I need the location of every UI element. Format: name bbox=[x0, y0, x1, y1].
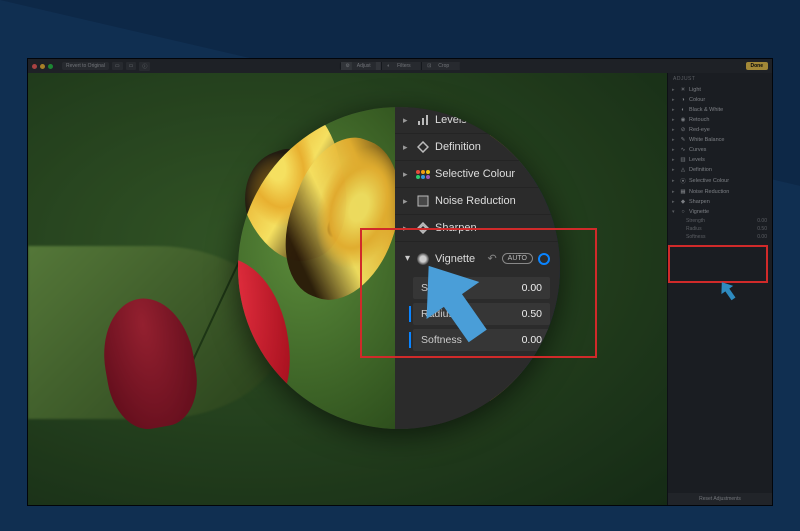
sidebar-item-retouch[interactable]: ▸◉Retouch bbox=[668, 115, 772, 125]
zoom-item-noise[interactable]: ▸Noise Reduction bbox=[395, 188, 560, 215]
sharpen-icon: ◆ bbox=[680, 199, 686, 205]
tab-adjust[interactable]: ⚙ Adjust bbox=[340, 62, 381, 70]
colour-icon: ◑ bbox=[680, 97, 686, 103]
toolbar-button[interactable]: ⓘ bbox=[139, 62, 150, 71]
sidebar-item-sharpen[interactable]: ▸◆Sharpen bbox=[668, 197, 772, 207]
levels-icon bbox=[417, 114, 429, 126]
softness-value: 0.00 bbox=[522, 334, 542, 346]
sun-icon: ☀ bbox=[680, 87, 686, 93]
bw-icon: ◐ bbox=[680, 107, 686, 113]
sidebar-item-definition[interactable]: ▸◬Definition bbox=[668, 165, 772, 175]
noise-reduction-icon bbox=[417, 195, 429, 207]
sidebar-item-levels[interactable]: ▸▥Levels bbox=[668, 155, 772, 165]
minimize-icon[interactable] bbox=[40, 64, 45, 69]
pointer-arrow-icon bbox=[716, 279, 740, 303]
sidebar-item-vignette[interactable]: ▾○Vignette bbox=[668, 207, 772, 217]
vignette-icon: ○ bbox=[680, 209, 686, 215]
wb-icon: ✎ bbox=[680, 137, 686, 143]
sidebar-item-curves[interactable]: ▸∿Curves bbox=[668, 145, 772, 155]
sidebar-item-noise[interactable]: ▸▦Noise Reduction bbox=[668, 187, 772, 197]
noise-icon: ▦ bbox=[680, 189, 686, 195]
zoom-item-sharpen[interactable]: ▸Sharpen bbox=[395, 215, 560, 242]
sidebar-item-light[interactable]: ▸☀Light bbox=[668, 85, 772, 95]
close-icon[interactable] bbox=[32, 64, 37, 69]
reset-adjustments-button[interactable]: Reset Adjustments bbox=[668, 493, 772, 505]
selective-icon: ⦿ bbox=[680, 177, 686, 185]
auto-button[interactable]: AUTO bbox=[502, 253, 533, 264]
titlebar: Revert to Original ⚙ Adjust ◐ Filters ⊡ … bbox=[28, 59, 772, 73]
strength-value: 0.00 bbox=[522, 282, 542, 294]
sidebar-item-colour[interactable]: ▸◑Colour bbox=[668, 95, 772, 105]
levels-icon: ▥ bbox=[680, 157, 686, 163]
mode-tabs: ⚙ Adjust ◐ Filters ⊡ Crop bbox=[340, 62, 460, 70]
sidebar-item-bw[interactable]: ▸◐Black & White bbox=[668, 105, 772, 115]
zoom-callout: ▸Levels ▸Definition ▸Selective Colour ▸N… bbox=[238, 107, 560, 429]
sidebar-item-wb[interactable]: ▸✎White Balance bbox=[668, 135, 772, 145]
sharpen-icon bbox=[417, 222, 429, 234]
definition-icon: ◬ bbox=[680, 167, 686, 173]
done-button[interactable]: Done bbox=[746, 62, 769, 70]
radius-value: 0.50 bbox=[522, 308, 542, 320]
vignette-radius-row[interactable]: Radius0.50 bbox=[668, 225, 772, 233]
enable-toggle[interactable] bbox=[538, 253, 550, 265]
redeye-icon: ⊘ bbox=[680, 127, 686, 133]
retouch-icon: ◉ bbox=[680, 117, 686, 123]
tab-crop[interactable]: ⊡ Crop bbox=[422, 62, 459, 70]
sidebar-item-selective[interactable]: ▸⦿Selective Colour bbox=[668, 175, 772, 187]
zoom-item-selective[interactable]: ▸Selective Colour bbox=[395, 161, 560, 188]
curves-icon: ∿ bbox=[680, 147, 686, 153]
sidebar-header: ADJUST bbox=[668, 73, 772, 85]
definition-icon bbox=[417, 141, 429, 153]
vignette-softness-row[interactable]: Softness0.00 bbox=[668, 233, 772, 241]
tab-filters[interactable]: ◐ Filters bbox=[382, 62, 421, 70]
pointer-arrow-icon bbox=[408, 256, 500, 348]
maximize-icon[interactable] bbox=[48, 64, 53, 69]
selective-colour-icon bbox=[417, 168, 429, 180]
vignette-strength-row[interactable]: Strength0.00 bbox=[668, 217, 772, 225]
zoom-item-levels[interactable]: ▸Levels bbox=[395, 107, 560, 134]
sidebar-item-redeye[interactable]: ▸⊘Red-eye bbox=[668, 125, 772, 135]
toolbar-button[interactable]: ▭ bbox=[112, 62, 123, 70]
zoom-item-definition[interactable]: ▸Definition bbox=[395, 134, 560, 161]
revert-button[interactable]: Revert to Original bbox=[62, 62, 109, 70]
toolbar-button[interactable]: ▭ bbox=[126, 62, 137, 70]
